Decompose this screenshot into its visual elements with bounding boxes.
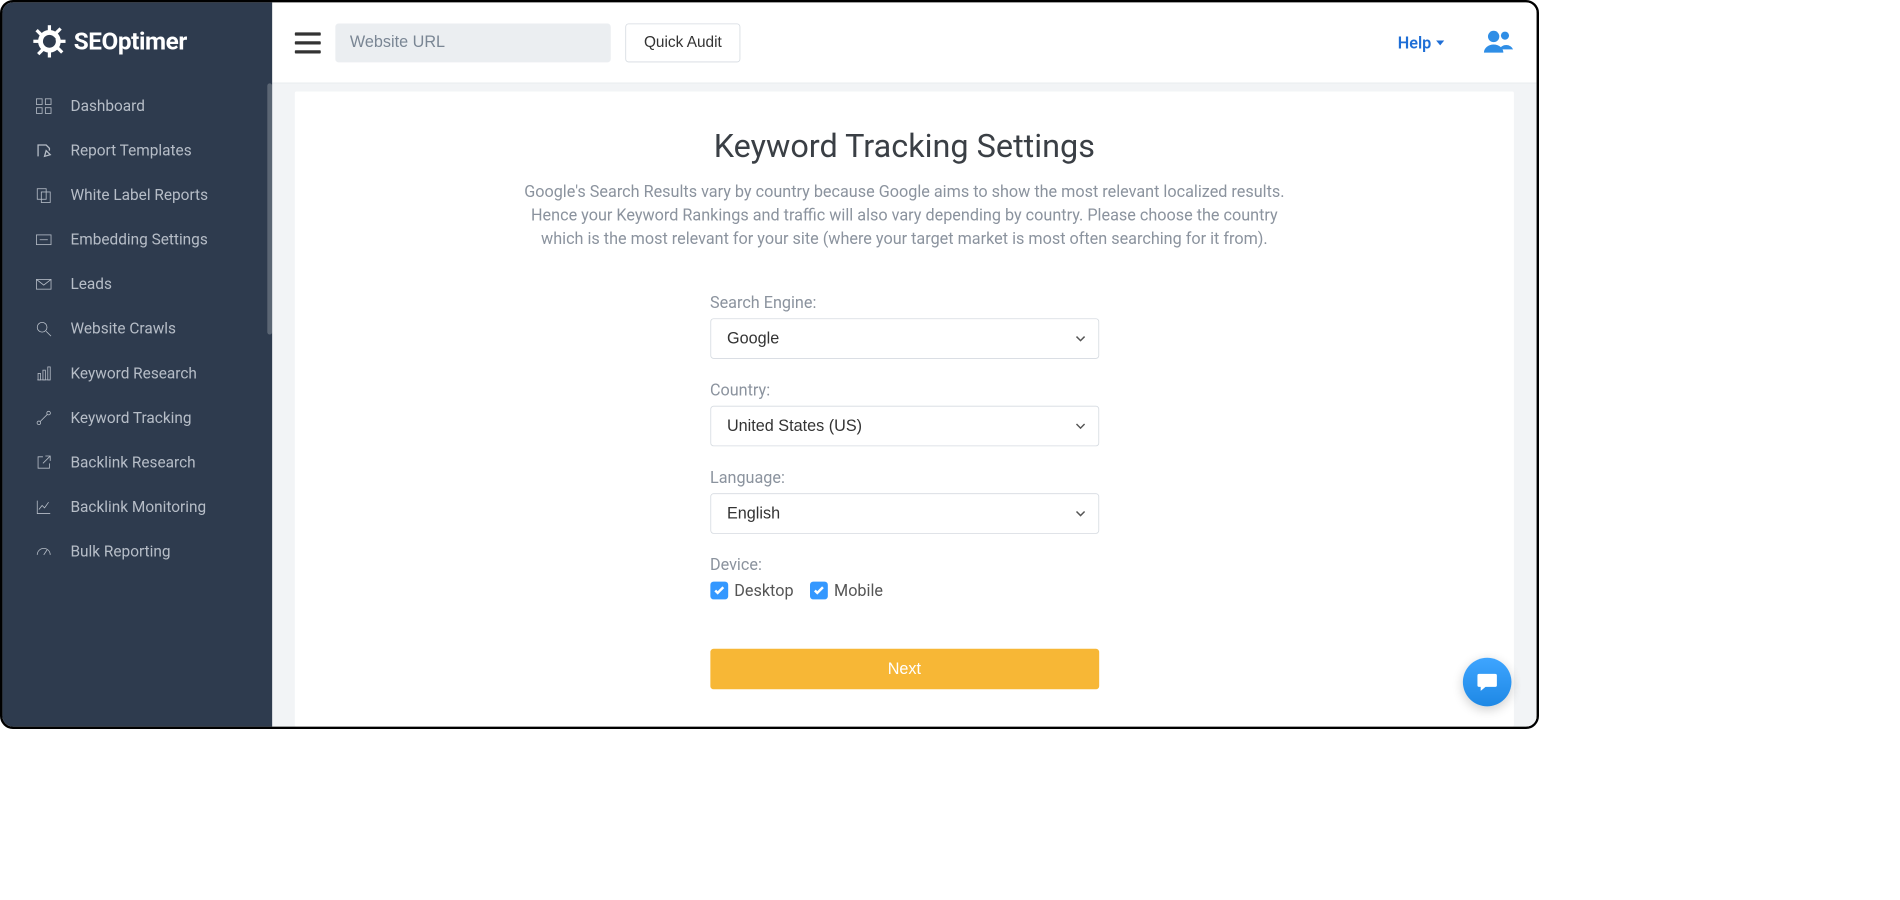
sidebar-item-label: Backlink Monitoring — [70, 497, 206, 516]
main: Quick Audit Help Keyword Tracking Settin… — [272, 2, 1536, 726]
users-icon[interactable] — [1483, 28, 1514, 57]
device-label: Device: — [710, 555, 1099, 574]
hamburger-menu-icon[interactable] — [295, 32, 321, 53]
sidebar-item-keyword-tracking[interactable]: Keyword Tracking — [2, 395, 272, 440]
bar-chart-icon — [35, 364, 53, 382]
website-url-input[interactable] — [335, 23, 610, 62]
chat-launcher-button[interactable] — [1463, 658, 1512, 707]
sidebar-item-label: Keyword Research — [70, 364, 196, 383]
sidebar-item-white-label[interactable]: White Label Reports — [2, 173, 272, 218]
search-engine-select[interactable]: Google — [710, 318, 1099, 359]
help-label: Help — [1398, 33, 1432, 52]
sidebar-item-backlink-monitoring[interactable]: Backlink Monitoring — [2, 484, 272, 529]
sidebar-item-label: Leads — [70, 275, 111, 294]
gear-logo-icon — [33, 25, 65, 57]
next-button[interactable]: Next — [710, 649, 1099, 690]
chat-icon — [1476, 671, 1499, 694]
external-link-icon — [35, 453, 53, 471]
quick-audit-button[interactable]: Quick Audit — [625, 23, 740, 62]
sidebar-item-report-templates[interactable]: Report Templates — [2, 128, 272, 173]
sidebar-item-leads[interactable]: Leads — [2, 262, 272, 307]
page-description: Google's Search Results vary by country … — [516, 180, 1294, 250]
edit-icon — [35, 141, 53, 159]
sidebar-item-label: White Label Reports — [70, 185, 208, 204]
language-select[interactable]: English — [710, 493, 1099, 533]
sidebar-item-label: Dashboard — [70, 96, 144, 115]
sidebar-item-bulk-reporting[interactable]: Bulk Reporting — [2, 529, 272, 574]
mail-icon — [35, 275, 53, 293]
sidebar-item-dashboard[interactable]: Dashboard — [2, 83, 272, 128]
chevron-down-icon — [1436, 40, 1444, 45]
search-icon — [35, 320, 53, 338]
content: Keyword Tracking Settings Google's Searc… — [272, 83, 1536, 726]
settings-form: Search Engine: Google Country: United St… — [710, 292, 1099, 689]
copy-icon — [35, 186, 53, 204]
sidebar-scrollbar[interactable] — [267, 83, 272, 334]
settings-card: Keyword Tracking Settings Google's Searc… — [295, 92, 1514, 727]
country-select[interactable]: United States (US) — [710, 406, 1099, 447]
sidebar-item-label: Keyword Tracking — [70, 408, 191, 427]
brand-logo[interactable]: SEOptimer — [2, 2, 272, 77]
sidebar-item-label: Website Crawls — [70, 319, 175, 338]
mobile-checkbox[interactable] — [810, 582, 828, 600]
embed-icon — [35, 230, 53, 248]
sidebar-item-label: Backlink Research — [70, 453, 195, 472]
sidebar-item-website-crawls[interactable]: Website Crawls — [2, 306, 272, 351]
help-dropdown[interactable]: Help — [1398, 33, 1444, 52]
sidebar-item-label: Report Templates — [70, 141, 191, 160]
topbar: Quick Audit Help — [272, 2, 1536, 83]
dashboard-icon — [35, 97, 53, 115]
search-engine-label: Search Engine: — [710, 292, 1099, 311]
sidebar-item-embedding[interactable]: Embedding Settings — [2, 217, 272, 262]
sidebar: SEOptimer Dashboard Report Templates Whi… — [2, 2, 272, 726]
desktop-checkbox[interactable] — [710, 582, 728, 600]
page-title: Keyword Tracking Settings — [714, 127, 1095, 165]
mobile-checkbox-label: Mobile — [834, 581, 883, 600]
sidebar-item-label: Embedding Settings — [70, 230, 207, 249]
sidebar-item-label: Bulk Reporting — [70, 542, 170, 561]
language-label: Language: — [710, 467, 1099, 486]
gauge-icon — [35, 542, 53, 560]
brand-name: SEOptimer — [74, 27, 187, 55]
line-chart-icon — [35, 498, 53, 516]
sidebar-item-backlink-research[interactable]: Backlink Research — [2, 440, 272, 485]
sidebar-nav: Dashboard Report Templates White Label R… — [2, 77, 272, 727]
sidebar-item-keyword-research[interactable]: Keyword Research — [2, 351, 272, 396]
tracking-icon — [35, 409, 53, 427]
desktop-checkbox-label: Desktop — [734, 581, 793, 600]
country-label: Country: — [710, 380, 1099, 399]
